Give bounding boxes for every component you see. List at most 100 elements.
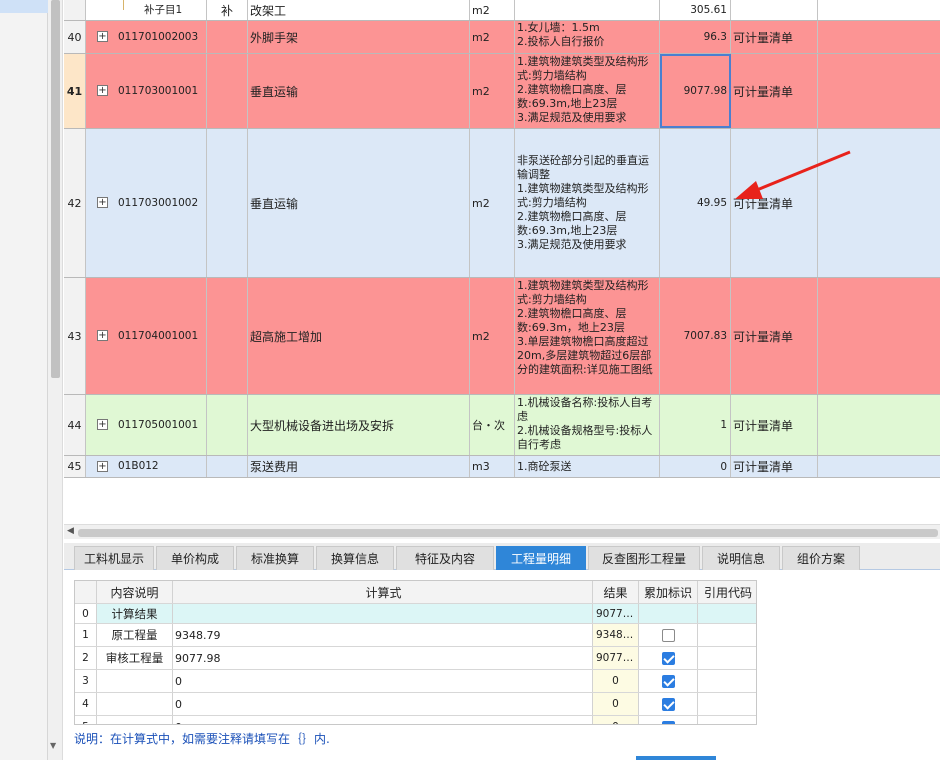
feature-line: 1.建筑物建筑类型及结构形式:剪力墙结构: [517, 182, 649, 209]
accumulate-checkbox[interactable]: [661, 697, 675, 711]
row-ref[interactable]: [698, 693, 756, 715]
row-result: 0: [593, 716, 639, 724]
feature-line: 1.商砼泵送: [517, 459, 572, 473]
item-quantity[interactable]: 96.3: [660, 21, 731, 53]
table-row[interactable]: 补子目1 补 改架工 m2 305.61: [64, 0, 940, 21]
tab-unit-price[interactable]: 单价构成: [156, 546, 234, 570]
horizontal-scrollbar-thumb[interactable]: [78, 529, 938, 537]
item-quantity[interactable]: 0: [660, 456, 731, 477]
item-category: 可计量清单: [731, 278, 818, 394]
vertical-scrollbar-thumb[interactable]: [51, 0, 60, 378]
feature-line: 2.投标人自行报价: [517, 35, 605, 48]
item-extra: [818, 54, 940, 128]
accumulate-checkbox[interactable]: [661, 720, 675, 724]
header-index: [75, 581, 97, 603]
item-quantity[interactable]: 7007.83: [660, 278, 731, 394]
row-formula[interactable]: 9348.79: [173, 624, 593, 646]
scroll-left-icon[interactable]: ◀: [67, 526, 74, 536]
table-row[interactable]: 5 0 0: [75, 716, 756, 724]
feature-line: 2.建筑物檐口高度、层数:69.3m，地上23层: [517, 307, 627, 334]
row-number: 40: [64, 21, 86, 53]
expand-icon[interactable]: +: [97, 31, 108, 42]
row-index: 3: [75, 670, 97, 692]
row-formula[interactable]: [173, 604, 593, 623]
item-quantity[interactable]: 9077.98: [660, 54, 731, 128]
table-row[interactable]: 2 审核工程量 9077.98 9077…: [75, 647, 756, 670]
accumulate-checkbox[interactable]: [661, 674, 675, 688]
item-quantity[interactable]: 305.61: [660, 0, 731, 20]
row-ref[interactable]: [698, 647, 756, 669]
row-ref[interactable]: [698, 624, 756, 646]
expand-icon[interactable]: +: [97, 461, 108, 472]
accumulate-checkbox[interactable]: [661, 628, 675, 642]
table-row[interactable]: 3 0 0: [75, 670, 756, 693]
table-row[interactable]: 40 011701002003 外脚手架 m2 1.女儿墙：1.5m 2.投标人…: [64, 21, 940, 54]
expand-icon[interactable]: +: [97, 85, 108, 96]
expand-icon[interactable]: +: [97, 419, 108, 430]
tab-conversion-info[interactable]: 换算信息: [316, 546, 394, 570]
horizontal-scrollbar[interactable]: ◀: [64, 524, 940, 539]
item-type: [207, 21, 248, 53]
item-features: 1.建筑物建筑类型及结构形式:剪力墙结构 2.建筑物檐口高度、层数:69.3m，…: [515, 278, 660, 394]
row-number: 42: [64, 129, 86, 277]
item-extra: [818, 21, 940, 53]
row-desc[interactable]: [97, 716, 173, 724]
row-desc[interactable]: 审核工程量: [97, 647, 173, 669]
row-formula[interactable]: 9077.98: [173, 647, 593, 669]
table-row-selected[interactable]: 41 011703001001 垂直运输 m2 1.建筑物建筑类型及结构形式:剪…: [64, 54, 940, 129]
expand-icon[interactable]: +: [97, 330, 108, 341]
tab-reverse-graphics[interactable]: 反查图形工程量: [588, 546, 700, 570]
header-result: 结果: [593, 581, 639, 603]
table-row[interactable]: 42 011703001002 垂直运输 m2 非泵送砼部分引起的垂直运输调整 …: [64, 129, 940, 278]
vertical-scrollbar[interactable]: ▼: [48, 0, 63, 760]
item-unit: 台・次: [470, 395, 515, 455]
table-row[interactable]: 43 011704001001 超高施工增加 m2 1.建筑物建筑类型及结构形式…: [64, 278, 940, 395]
row-result: 0: [593, 670, 639, 692]
item-name: 大型机械设备进出场及安拆: [248, 395, 470, 455]
left-panel: [0, 0, 48, 760]
feature-line: 3.满足规范及使用要求: [517, 111, 627, 124]
row-desc[interactable]: [97, 670, 173, 692]
row-desc[interactable]: [97, 693, 173, 715]
tab-materials[interactable]: 工料机显示: [74, 546, 154, 570]
row-result: 9077…: [593, 604, 639, 623]
row-result: 9077…: [593, 647, 639, 669]
table-row[interactable]: 4 0 0: [75, 693, 756, 716]
table-row[interactable]: 45 01B012 泵送费用 m3 1.商砼泵送 0 可计量清单 +: [64, 456, 940, 478]
row-number: 44: [64, 395, 86, 455]
row-desc[interactable]: 原工程量: [97, 624, 173, 646]
table-row[interactable]: 0 计算结果 9077…: [75, 604, 756, 624]
table-row[interactable]: 1 原工程量 9348.79 9348…: [75, 624, 756, 647]
table-row[interactable]: 44 011705001001 大型机械设备进出场及安拆 台・次 1.机械设备名…: [64, 395, 940, 456]
detail-tabs: 工料机显示 单价构成 标准换算 换算信息 特征及内容 工程量明细 反查图形工程量…: [64, 543, 940, 570]
row-formula[interactable]: 0: [173, 693, 593, 715]
table-header: 内容说明 计算式 结果 累加标识 引用代码: [75, 581, 756, 604]
tab-notes[interactable]: 说明信息: [702, 546, 780, 570]
tab-pricing-scheme[interactable]: 组价方案: [782, 546, 860, 570]
item-quantity[interactable]: 49.95: [660, 129, 731, 277]
item-name: 垂直运输: [248, 129, 470, 277]
item-features: 1.商砼泵送: [515, 456, 660, 477]
row-formula[interactable]: 0: [173, 670, 593, 692]
row-ref[interactable]: [698, 716, 756, 724]
item-unit: m2: [470, 129, 515, 277]
row-ref[interactable]: [698, 670, 756, 692]
sub-item-name: 补子目1: [86, 0, 207, 20]
header-formula: 计算式: [173, 581, 593, 603]
row-flag: [639, 624, 698, 646]
expand-icon[interactable]: +: [97, 197, 108, 208]
row-index: 0: [75, 604, 97, 623]
tab-standard-conversion[interactable]: 标准换算: [236, 546, 314, 570]
tab-features[interactable]: 特征及内容: [396, 546, 494, 570]
item-quantity[interactable]: 1: [660, 395, 731, 455]
header-desc: 内容说明: [97, 581, 173, 603]
accumulate-checkbox[interactable]: [661, 651, 675, 665]
tab-quantity-details[interactable]: 工程量明细: [496, 546, 586, 570]
row-index: 2: [75, 647, 97, 669]
row-flag: [639, 647, 698, 669]
row-flag: [639, 716, 698, 724]
header-accumulate: 累加标识: [639, 581, 698, 603]
item-type: [207, 456, 248, 477]
scroll-down-icon[interactable]: ▼: [50, 741, 56, 750]
row-formula[interactable]: 0: [173, 716, 593, 724]
